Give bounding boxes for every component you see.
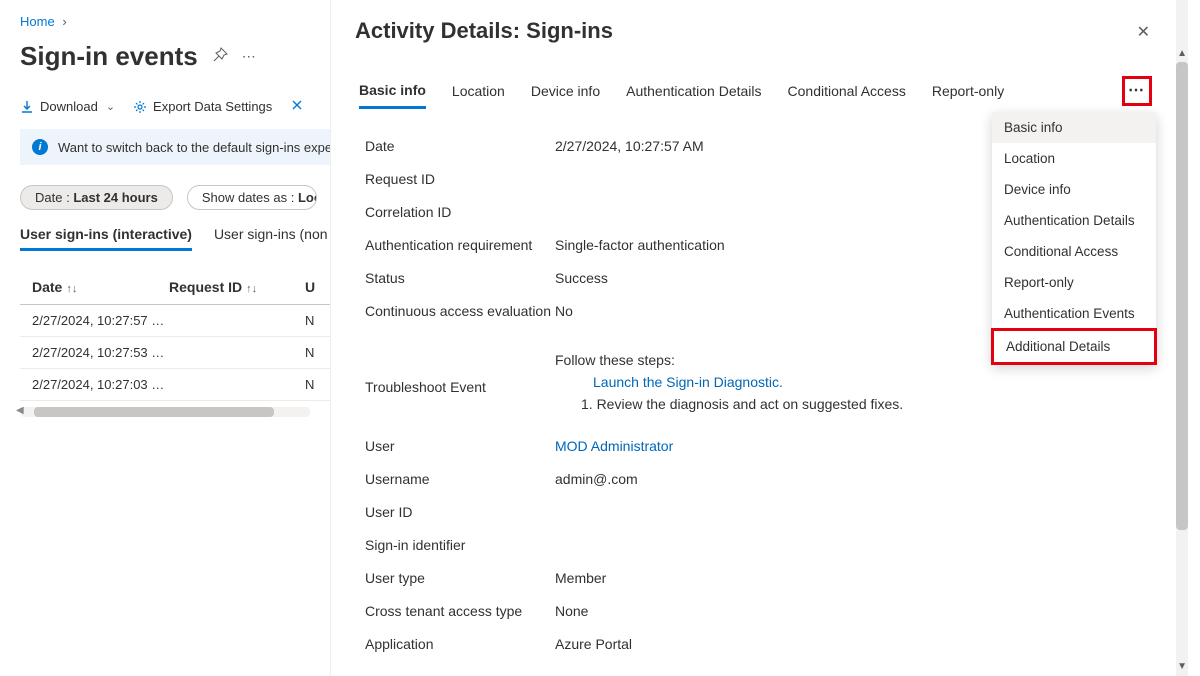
value-username: admin@.com	[555, 471, 968, 487]
menu-report-only[interactable]: Report-only	[992, 267, 1156, 298]
pin-icon[interactable]	[212, 47, 228, 66]
menu-device-info[interactable]: Device info	[992, 174, 1156, 205]
breadcrumb[interactable]: Home ›	[20, 14, 330, 29]
breadcrumb-home[interactable]: Home	[20, 14, 55, 29]
col-u[interactable]: U	[305, 279, 315, 295]
value-date: 2/27/2024, 10:27:57 AM	[555, 138, 968, 154]
page-title: Sign-in events	[20, 41, 198, 72]
tab-device-info[interactable]: Device info	[531, 83, 600, 107]
signins-table: Date↑↓ Request ID↑↓ U 2/27/2024, 10:27:5…	[20, 269, 330, 417]
label-cae: Continuous access evaluation	[365, 303, 555, 319]
overflow-menu-button[interactable]: ⋯	[1122, 76, 1152, 106]
export-settings-button[interactable]: Export Data Settings	[133, 99, 272, 114]
table-header: Date↑↓ Request ID↑↓ U	[20, 269, 330, 305]
menu-location[interactable]: Location	[992, 143, 1156, 174]
label-correlation-id: Correlation ID	[365, 204, 555, 220]
menu-conditional-access[interactable]: Conditional Access	[992, 236, 1156, 267]
value-auth-requirement: Single-factor authentication	[555, 237, 968, 253]
label-request-id: Request ID	[365, 171, 555, 187]
filter-showdates-pill[interactable]: Show dates as : Loca	[187, 185, 317, 210]
menu-additional-details[interactable]: Additional Details	[991, 328, 1157, 365]
tab-auth-details[interactable]: Authentication Details	[626, 83, 761, 107]
value-application: Azure Portal	[555, 636, 968, 652]
more-icon[interactable]: ⋯	[242, 48, 256, 65]
label-username: Username	[365, 471, 555, 487]
label-date: Date	[365, 138, 555, 154]
value-status: Success	[555, 270, 968, 286]
horizontal-scrollbar[interactable]	[20, 407, 310, 417]
tab-report-only[interactable]: Report-only	[932, 83, 1004, 107]
vertical-scrollbar[interactable]: ▲ ▼	[1176, 0, 1188, 676]
tab-noninteractive[interactable]: User sign-ins (non	[214, 226, 328, 251]
value-user-link[interactable]: MOD Administrator	[555, 438, 673, 454]
tab-basic-info[interactable]: Basic info	[359, 82, 426, 109]
tab-location[interactable]: Location	[452, 83, 505, 107]
chevron-right-icon: ›	[62, 14, 66, 29]
menu-auth-events[interactable]: Authentication Events	[992, 298, 1156, 329]
label-user-id: User ID	[365, 504, 555, 520]
table-row[interactable]: 2/27/2024, 10:27:53 … N	[20, 337, 330, 369]
info-banner[interactable]: i Want to switch back to the default sig…	[20, 129, 340, 165]
sort-icon[interactable]: ↑↓	[246, 283, 257, 295]
label-user-type: User type	[365, 570, 555, 586]
overflow-menu: Basic info Location Device info Authenti…	[992, 112, 1156, 364]
details-panel: ▲ ▼ Activity Details: Sign-ins ✕ Basic i…	[330, 0, 1188, 676]
filter-date-pill[interactable]: Date : Last 24 hours	[20, 185, 173, 210]
tool-icon[interactable]	[290, 98, 304, 115]
close-icon[interactable]: ✕	[1133, 18, 1154, 46]
label-troubleshoot: Troubleshoot Event	[365, 379, 555, 395]
label-signin-identifier: Sign-in identifier	[365, 537, 555, 553]
value-cae: No	[555, 303, 968, 319]
menu-auth-details[interactable]: Authentication Details	[992, 205, 1156, 236]
table-row[interactable]: 2/27/2024, 10:27:57 … N	[20, 305, 330, 337]
tab-conditional-access[interactable]: Conditional Access	[788, 83, 906, 107]
label-auth-requirement: Authentication requirement	[365, 237, 555, 253]
label-user: User	[365, 438, 555, 454]
menu-basic-info[interactable]: Basic info	[992, 112, 1156, 143]
ellipsis-icon: ⋯	[1128, 83, 1146, 99]
step-1-text: 1. Review the diagnosis and act on sugge…	[555, 396, 968, 412]
label-status: Status	[365, 270, 555, 286]
launch-diagnostic-link[interactable]: Launch the Sign-in Diagnostic.	[593, 374, 783, 390]
tab-interactive[interactable]: User sign-ins (interactive)	[20, 226, 192, 251]
sort-icon[interactable]: ↑↓	[66, 283, 77, 295]
value-cross-tenant: None	[555, 603, 968, 619]
col-request[interactable]: Request ID↑↓	[165, 279, 305, 295]
info-icon: i	[32, 139, 48, 155]
value-user-type: Member	[555, 570, 968, 586]
follow-steps-text: Follow these steps:	[555, 352, 968, 368]
chevron-down-icon: ⌄	[106, 100, 115, 113]
download-button[interactable]: Download ⌄	[20, 99, 115, 114]
panel-title: Activity Details: Sign-ins	[355, 18, 613, 44]
label-application: Application	[365, 636, 555, 652]
table-row[interactable]: 2/27/2024, 10:27:03 … N	[20, 369, 330, 401]
label-cross-tenant: Cross tenant access type	[365, 603, 555, 619]
scroll-up-icon[interactable]: ▲	[1177, 48, 1187, 59]
col-date[interactable]: Date↑↓	[20, 279, 165, 295]
scroll-down-icon[interactable]: ▼	[1177, 661, 1187, 672]
